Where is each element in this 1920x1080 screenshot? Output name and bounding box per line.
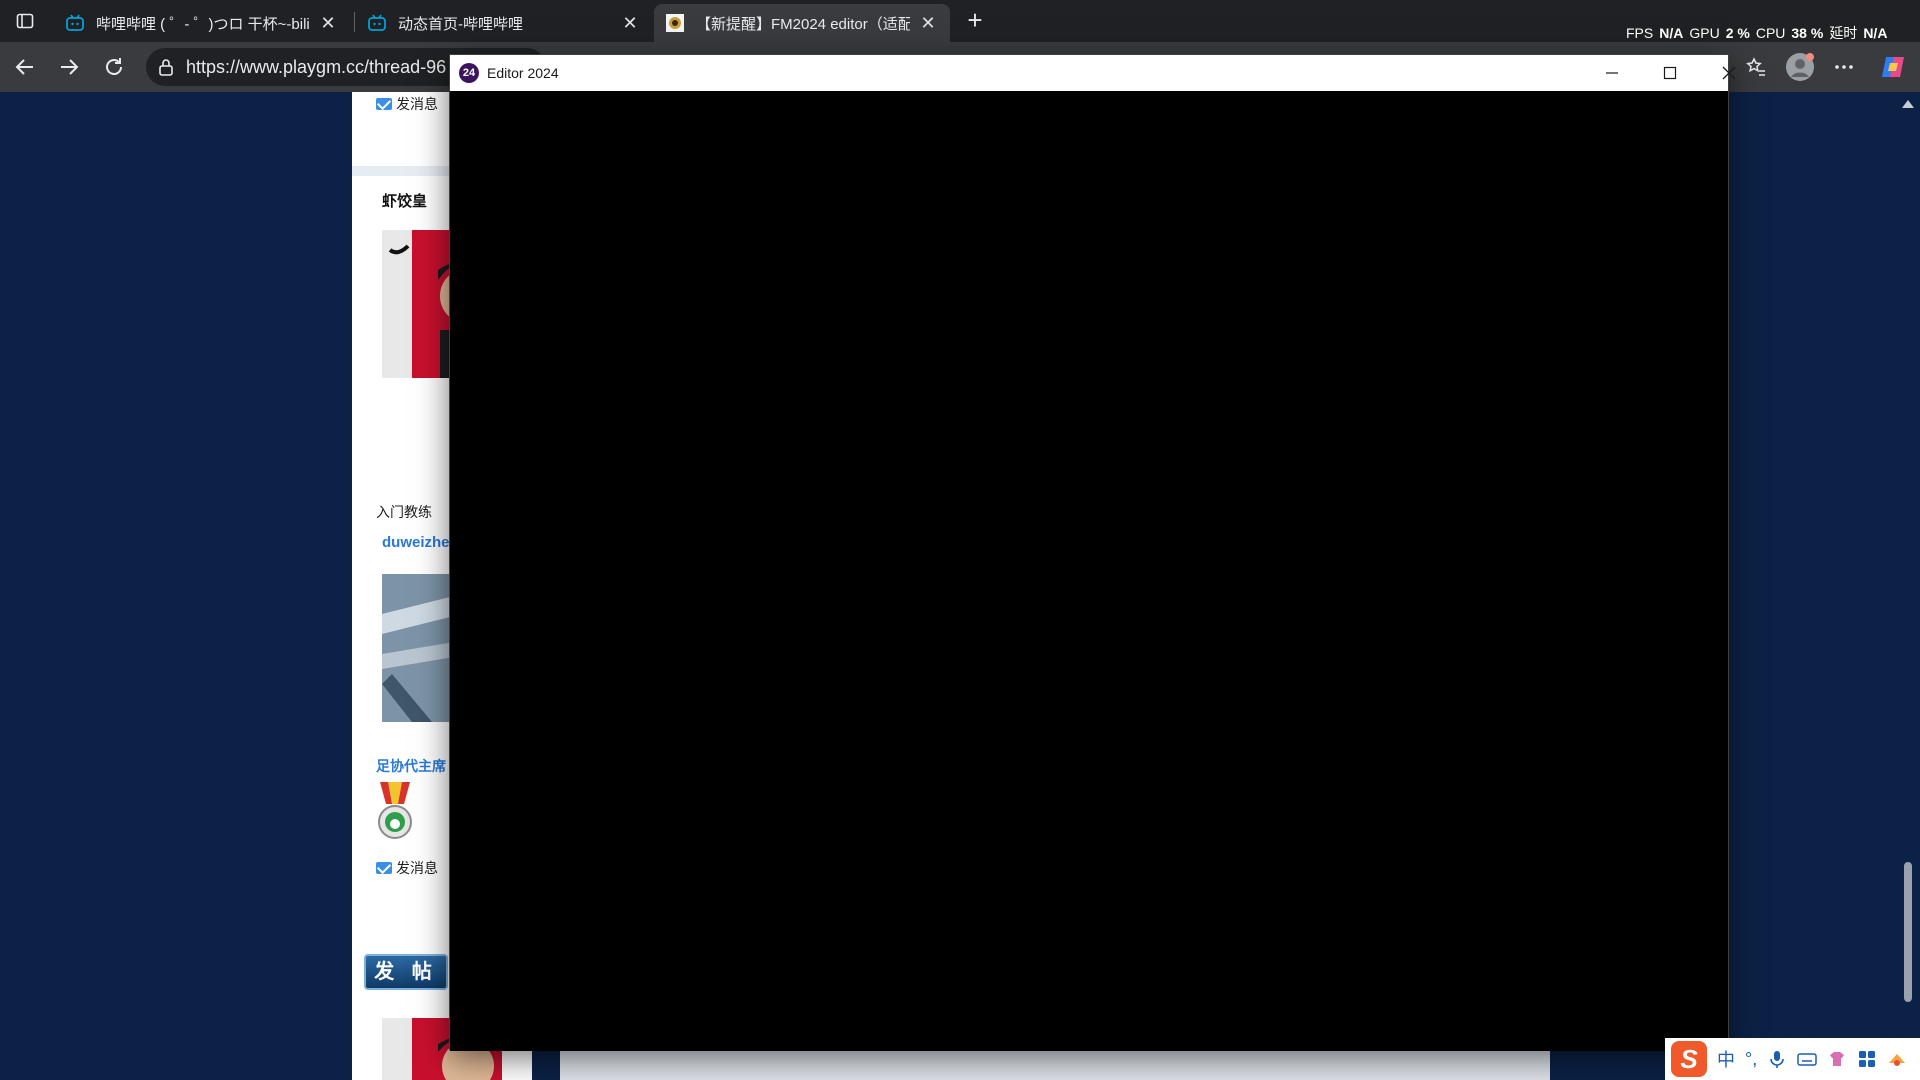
gpu-value: 2 %	[1725, 25, 1750, 41]
send-message-link[interactable]: 发消息	[376, 858, 438, 878]
editor-app-icon: 24	[459, 63, 479, 83]
fps-label: FPS	[1626, 25, 1654, 41]
envelope-icon	[376, 98, 392, 110]
tab-title: 哔哩哔哩 ( ゜- ゜)つロ 干杯~-bilibili	[96, 15, 310, 33]
latency-value: N/A	[1863, 25, 1888, 41]
arrow-left-icon	[15, 59, 33, 75]
bilibili-favicon-icon	[66, 14, 84, 31]
tab-separator	[354, 12, 355, 32]
tab-title: 动态首页-哔哩哔哩	[398, 15, 523, 33]
close-button[interactable]	[1700, 55, 1758, 91]
editor-canvas[interactable]	[450, 91, 1728, 1051]
minimize-icon	[1606, 72, 1618, 74]
tab-dynamic-home[interactable]: 动态首页-哔哩哔哩 ✕	[356, 4, 652, 42]
reload-icon	[106, 58, 122, 75]
gpu-label: GPU	[1689, 25, 1720, 41]
ime-language-toggle[interactable]: 中	[1717, 1046, 1735, 1072]
new-tab-button[interactable]: +	[960, 6, 990, 36]
maximize-button[interactable]	[1641, 55, 1699, 91]
more-dots-icon	[1835, 65, 1853, 69]
toolbox-grid-icon[interactable]	[1857, 1049, 1877, 1069]
tab-close-icon[interactable]: ✕	[620, 13, 640, 33]
send-message-link[interactable]: 发消息	[376, 94, 438, 114]
system-tray: S 中 °,	[1665, 1038, 1920, 1080]
microphone-icon[interactable]	[1767, 1049, 1787, 1069]
close-icon	[1722, 66, 1736, 80]
bilibili-favicon-icon	[368, 14, 386, 31]
editor-window: 24 Editor 2024	[449, 54, 1736, 1051]
arrow-right-icon	[61, 59, 79, 75]
performance-overlay: FPS N/A GPU 2 % CPU 38 % 延时 N/A	[1626, 24, 1887, 42]
avatar-icon	[1786, 53, 1814, 81]
browser-tab-bar: 哔哩哔哩 ( ゜- ゜)つロ 干杯~-bilibili ✕ 动态首页-哔哩哔哩 …	[0, 0, 1920, 42]
lock-icon	[159, 59, 173, 76]
forward-button[interactable]	[52, 50, 86, 84]
tab-actions-button[interactable]	[8, 6, 42, 36]
envelope-icon	[376, 862, 392, 874]
url-text: https://www.playgm.cc/thread-96	[186, 56, 447, 77]
username[interactable]: 虾饺皇	[382, 190, 427, 211]
editor-title-bar[interactable]: 24 Editor 2024	[450, 55, 1736, 91]
new-post-button[interactable]: 发 帖	[364, 954, 448, 990]
minimize-button[interactable]	[1583, 55, 1641, 91]
user-rank: 入门教练	[376, 504, 432, 520]
tab-close-icon[interactable]: ✕	[318, 13, 338, 33]
tab-actions-icon	[16, 13, 34, 29]
scrollbar-thumb[interactable]	[1904, 862, 1912, 1002]
cpu-label: CPU	[1755, 25, 1786, 41]
copilot-icon	[1882, 57, 1904, 77]
settings-more-button[interactable]	[1827, 50, 1861, 84]
sogou-ime-icon[interactable]: S	[1671, 1041, 1707, 1077]
back-button[interactable]	[8, 50, 42, 84]
page-bottom-toolbar	[560, 1048, 1550, 1080]
send-message-label: 发消息	[396, 860, 438, 876]
fps-value: N/A	[1659, 25, 1684, 41]
site-info-button[interactable]	[146, 48, 186, 86]
copilot-button[interactable]	[1876, 50, 1910, 84]
scroll-up-arrow-icon[interactable]	[1902, 100, 1914, 108]
plus-icon: +	[967, 5, 983, 35]
tab-title: 【新提醒】FM2024 editor（适配	[696, 15, 910, 33]
medal-icon	[378, 782, 412, 839]
tab-fm2024-editor[interactable]: 【新提醒】FM2024 editor（适配 ✕	[654, 4, 950, 42]
user-rank: 足协代主席	[376, 758, 446, 774]
ime-punctuation-toggle[interactable]: °,	[1745, 1049, 1757, 1070]
latency-label: 延时	[1829, 25, 1858, 41]
keyboard-icon[interactable]	[1797, 1049, 1817, 1069]
page-scrollbar[interactable]	[1902, 92, 1914, 1080]
playgm-favicon-icon	[666, 14, 684, 32]
maximize-icon	[1663, 66, 1677, 80]
skin-icon[interactable]	[1827, 1049, 1847, 1069]
username[interactable]: duweizhe	[382, 534, 450, 551]
ime-extra-icon[interactable]	[1887, 1049, 1907, 1069]
profile-button[interactable]	[1783, 50, 1817, 84]
cpu-value: 38 %	[1791, 25, 1824, 41]
tab-close-icon[interactable]: ✕	[918, 13, 938, 33]
reload-button[interactable]	[97, 50, 131, 84]
send-message-label: 发消息	[396, 96, 438, 112]
tab-bilibili[interactable]: 哔哩哔哩 ( ゜- ゜)つロ 干杯~-bilibili ✕	[54, 4, 350, 42]
editor-window-title: Editor 2024	[487, 65, 559, 81]
